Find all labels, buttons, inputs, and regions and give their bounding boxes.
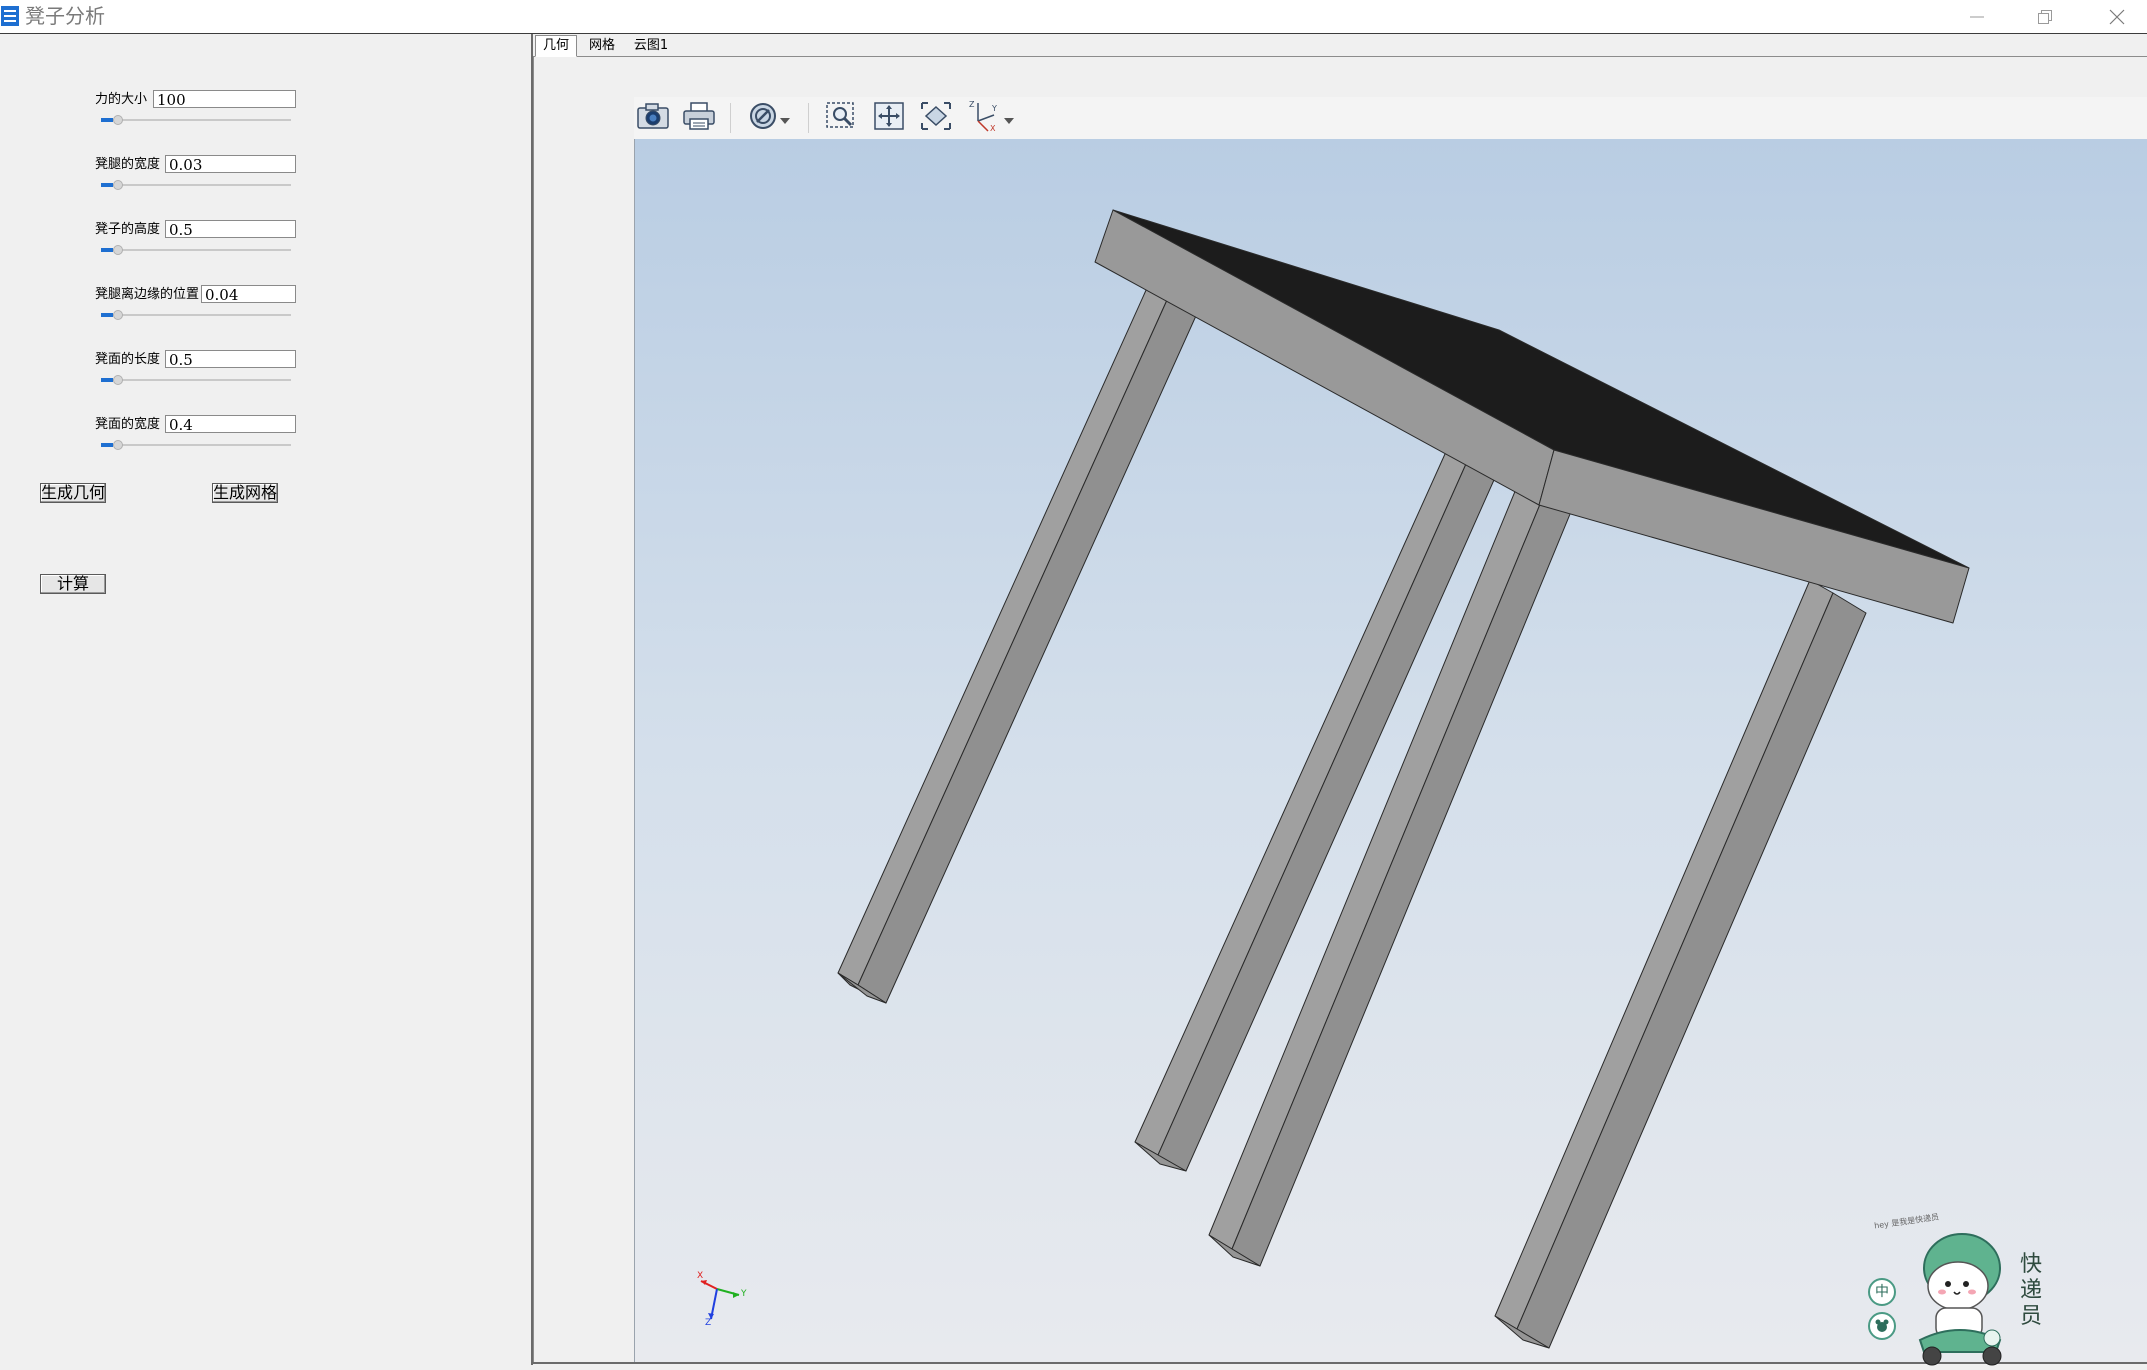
force-label: 力的大小 [95, 92, 148, 107]
slider-handle[interactable] [113, 375, 123, 385]
slider-handle[interactable] [113, 245, 123, 255]
dropdown-arrow-icon [780, 109, 790, 128]
pan-button[interactable] [870, 101, 908, 135]
slider-handle[interactable] [113, 180, 123, 190]
axis-z-label: Z [705, 1318, 712, 1328]
tab-mesh[interactable]: 网格 [581, 36, 623, 56]
seat-length-slider[interactable] [101, 373, 291, 387]
display-mode-icon [748, 101, 778, 135]
svg-text:Y: Y [991, 104, 997, 113]
toolbar-separator [730, 103, 731, 133]
ime-chinese-badge[interactable]: 中 [1868, 1278, 1896, 1306]
mascot-char-1: 快 [2020, 1252, 2043, 1277]
settings-badge-icon[interactable] [1868, 1312, 1896, 1340]
leg-width-input[interactable]: 0.03 [165, 155, 296, 173]
toolbar-separator [808, 103, 809, 133]
minimize-icon [1970, 10, 1984, 24]
seat-width-input[interactable]: 0.4 [165, 415, 296, 433]
snapshot-button[interactable] [634, 101, 672, 135]
mascot-char-2: 递 [2020, 1278, 2043, 1303]
pan-icon [873, 101, 905, 135]
fit-all-button[interactable] [917, 101, 955, 135]
axes-view-button[interactable]: Z Y X [964, 99, 1002, 137]
mascot-char-3: 员 [2020, 1304, 2043, 1329]
stool-height-label: 凳子的高度 [95, 222, 161, 237]
stool-height-input[interactable]: 0.5 [165, 220, 296, 238]
svg-text:X: X [990, 124, 996, 133]
camera-icon [636, 102, 670, 134]
axes-view-dropdown[interactable] [1000, 101, 1018, 135]
display-mode-dropdown[interactable] [776, 101, 794, 135]
seat-width-label: 凳面的宽度 [95, 417, 161, 432]
leg-offset-label: 凳腿离边缘的位置 [95, 287, 200, 302]
axis-x-label: X [697, 1271, 704, 1281]
tab-bar: 几何 网格 云图1 [533, 34, 2147, 57]
leg-offset-input[interactable]: 0.04 [201, 285, 296, 303]
leg-width-label: 凳腿的宽度 [95, 157, 161, 172]
print-button[interactable] [680, 101, 718, 135]
mascot-overlay: hey 是我是快递员 中 快 递 员 [1860, 1200, 2060, 1366]
slider-handle[interactable] [113, 310, 123, 320]
axis-triad: X Y Z [691, 1259, 761, 1329]
title-bar: 凳子分析 [0, 0, 2147, 34]
zoom-window-button[interactable] [822, 101, 860, 135]
seat-length-input[interactable]: 0.5 [165, 350, 296, 368]
tab-geometry[interactable]: 几何 [535, 35, 577, 57]
stool-height-slider[interactable] [101, 243, 291, 257]
fit-all-icon [920, 101, 952, 135]
generate-mesh-button[interactable]: 生成网格 [212, 483, 278, 503]
close-button[interactable] [2094, 0, 2140, 33]
print-icon [682, 101, 716, 135]
viewer-toolbar: Z Y X [634, 97, 2147, 139]
app-icon [0, 5, 20, 27]
3d-viewport[interactable]: X Y Z [634, 139, 2147, 1363]
svg-text:Z: Z [969, 100, 975, 109]
compute-button[interactable]: 计算 [40, 574, 106, 594]
force-slider[interactable] [101, 113, 291, 127]
restore-button[interactable] [2022, 0, 2068, 33]
dropdown-arrow-icon [1004, 109, 1014, 128]
slider-handle[interactable] [113, 115, 123, 125]
restore-icon [2038, 9, 2052, 24]
parameter-panel: 力的大小 100 凳腿的宽度 0.03 凳子的高度 0.5 凳腿离边缘的位置 0… [0, 34, 531, 1365]
minimize-button[interactable] [1954, 0, 2000, 33]
leg-width-slider[interactable] [101, 178, 291, 192]
window-title: 凳子分析 [25, 4, 105, 28]
generate-geometry-button[interactable]: 生成几何 [40, 483, 106, 503]
leg-offset-slider[interactable] [101, 308, 291, 322]
zoom-window-icon [825, 101, 857, 135]
tab-contour-1[interactable]: 云图1 [627, 36, 675, 56]
seat-length-label: 凳面的长度 [95, 352, 161, 367]
axes-view-icon: Z Y X [966, 99, 1000, 137]
axis-y-label: Y [741, 1289, 747, 1299]
mascot-vertical-text: 快 递 员 [2020, 1252, 2044, 1330]
stool-model [837, 209, 1970, 1349]
mascot-icon [1918, 1233, 2002, 1366]
slider-handle[interactable] [113, 440, 123, 450]
close-icon [2109, 9, 2125, 25]
force-input[interactable]: 100 [153, 90, 296, 108]
seat-width-slider[interactable] [101, 438, 291, 452]
